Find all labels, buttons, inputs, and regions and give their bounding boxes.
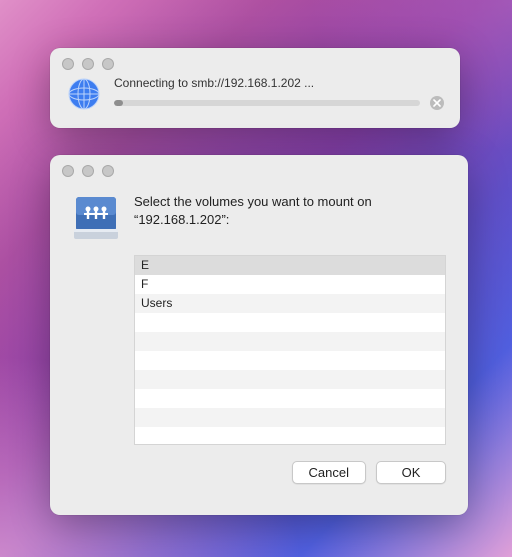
window-controls xyxy=(50,48,460,70)
volume-row-empty[interactable] xyxy=(135,370,445,389)
minimize-window-button[interactable] xyxy=(82,58,94,70)
ok-button[interactable]: OK xyxy=(376,461,446,484)
close-window-button[interactable] xyxy=(62,58,74,70)
mount-prompt-text: Select the volumes you want to mount on … xyxy=(134,191,446,228)
volume-row[interactable]: E xyxy=(135,256,445,275)
volume-row[interactable]: Users xyxy=(135,294,445,313)
zoom-window-button[interactable] xyxy=(102,165,114,177)
close-window-button[interactable] xyxy=(62,165,74,177)
volume-row-empty[interactable] xyxy=(135,332,445,351)
server-drive-icon xyxy=(72,191,120,243)
mount-volumes-window: Select the volumes you want to mount on … xyxy=(50,155,468,515)
zoom-window-button[interactable] xyxy=(102,58,114,70)
volume-row-empty[interactable] xyxy=(135,389,445,408)
volume-row[interactable]: F xyxy=(135,275,445,294)
window-controls xyxy=(50,155,468,177)
volume-row-empty[interactable] xyxy=(135,427,445,445)
cancel-button[interactable]: Cancel xyxy=(292,461,366,484)
volume-row-empty[interactable] xyxy=(135,351,445,370)
connecting-progress-bar xyxy=(114,100,420,106)
minimize-window-button[interactable] xyxy=(82,165,94,177)
volume-list[interactable]: E F Users xyxy=(134,255,446,445)
volume-row-empty[interactable] xyxy=(135,313,445,332)
cancel-connection-button[interactable] xyxy=(430,96,444,110)
network-globe-icon xyxy=(66,76,102,112)
connecting-status-text: Connecting to smb://192.168.1.202 ... xyxy=(114,76,444,90)
connecting-progress-window: Connecting to smb://192.168.1.202 ... xyxy=(50,48,460,128)
volume-row-empty[interactable] xyxy=(135,408,445,427)
